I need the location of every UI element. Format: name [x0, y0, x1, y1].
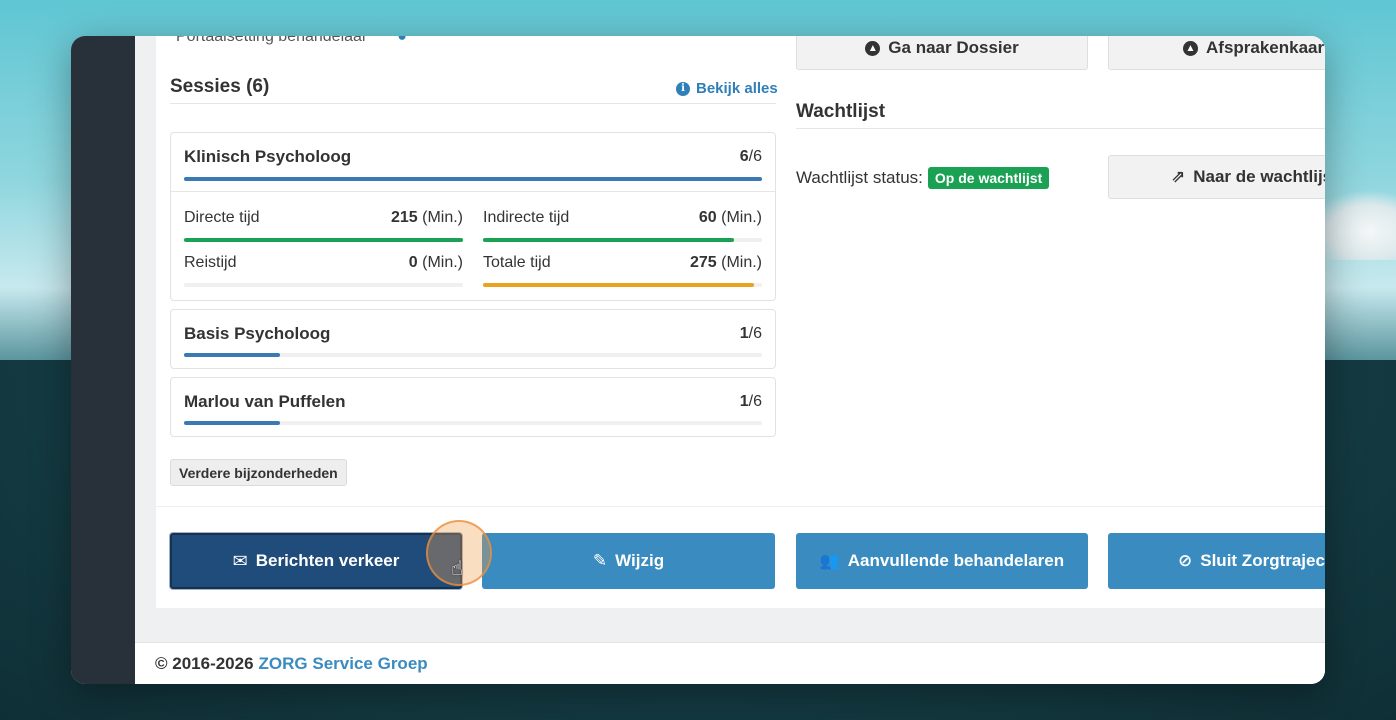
waitlist-title: Wachtlijst [796, 101, 886, 122]
goto-dossier-button[interactable]: ▲ Ga naar Dossier [796, 36, 1088, 70]
appointment-card-button[interactable]: ▲ Afsprakenkaart [1108, 36, 1325, 70]
session-progress [184, 177, 762, 181]
users-icon: 👥 [819, 553, 840, 570]
close-trajectory-button[interactable]: ⊘ Sluit Zorgtraject [1108, 533, 1325, 589]
close-trajectory-label: Sluit Zorgtraject [1200, 551, 1325, 570]
footer-copyright: © 2016-2026 [155, 653, 254, 673]
sessions-title: Sessies (6) [170, 76, 270, 97]
direct-time-value: 215 (Min.) [390, 209, 463, 226]
total-time-value: 275 (Min.) [689, 254, 762, 271]
appointment-card-label: Afsprakenkaart [1206, 38, 1325, 57]
session-count: 1/6 [739, 325, 762, 342]
session-name: Marlou van Puffelen [184, 392, 346, 411]
direct-time-label: Directe tijd [184, 209, 260, 226]
ban-icon: ⊘ [1178, 551, 1193, 570]
messages-label: Berichten verkeer [255, 551, 400, 570]
direct-time-bar [184, 238, 463, 242]
messages-button[interactable]: ✉ Berichten verkeer [170, 533, 462, 589]
session-count: 6/6 [739, 148, 762, 165]
session-progress [184, 353, 762, 357]
more-details-button[interactable]: Verdere bijzonderheden [170, 459, 347, 486]
additional-practitioners-label: Aanvullende behandelaren [847, 551, 1065, 570]
waitlist-status: Wachtlijst status: Op de wachtlijst [796, 167, 1050, 189]
waitlist-divider [796, 128, 1325, 129]
arrow-up-circle-icon: ▲ [865, 40, 881, 56]
waitlist-status-badge: Op de wachtlijst [927, 167, 1050, 189]
footer-brand-link[interactable]: ZORG Service Groep [259, 654, 428, 674]
sessions-divider [170, 103, 776, 104]
session-card-klinisch: Klinisch Psycholoog 6/6 Directe tijd 215… [170, 132, 776, 301]
sidebar [71, 36, 135, 684]
app-window: Portaalsetting behandelaar ● Sessies (6) … [71, 36, 1325, 684]
external-link-icon: ⇗ [1171, 167, 1186, 186]
session-progress [184, 421, 762, 425]
info-icon: i [676, 81, 690, 96]
card-divider [171, 191, 775, 192]
edit-button[interactable]: ✎ Wijzig [482, 533, 775, 589]
goto-dossier-label: Ga naar Dossier [888, 38, 1019, 57]
portal-setting-label: Portaalsetting behandelaar [176, 36, 368, 45]
indirect-time-value: 60 (Min.) [698, 209, 762, 226]
pencil-icon: ✎ [592, 551, 608, 570]
goto-waitlist-button[interactable]: ⇗ Naar de wachtlijst [1108, 155, 1325, 199]
travel-time-value: 0 (Min.) [408, 254, 463, 271]
edit-label: Wijzig [615, 551, 665, 570]
arrow-up-circle-icon: ▲ [1183, 40, 1198, 56]
additional-practitioners-button[interactable]: 👥 Aanvullende behandelaren [796, 533, 1088, 589]
session-count: 1/6 [739, 393, 762, 410]
hand-cursor-icon: ☝ [451, 558, 464, 580]
travel-time-bar [184, 283, 463, 287]
cut-off-icon: ● [397, 36, 407, 45]
session-name: Basis Psycholoog [184, 324, 331, 343]
footer: © 2016-2026 ZORG Service Groep [135, 642, 1325, 684]
session-name: Klinisch Psycholoog [184, 147, 352, 166]
goto-waitlist-label: Naar de wachtlijst [1193, 167, 1325, 186]
main-content: Portaalsetting behandelaar ● Sessies (6) … [135, 36, 1325, 684]
view-all-link[interactable]: i Bekijk alles [676, 80, 778, 97]
indirect-time-bar [483, 238, 762, 242]
total-time-label: Totale tijd [483, 254, 551, 271]
envelope-icon: ✉ [232, 550, 248, 571]
waitlist-status-label: Wachtlijst status: [796, 168, 923, 187]
session-card-basis: Basis Psycholoog 1/6 [170, 309, 776, 369]
session-card-marlou: Marlou van Puffelen 1/6 [170, 377, 776, 437]
indirect-time-label: Indirecte tijd [483, 209, 570, 226]
view-all-label: Bekijk alles [696, 80, 778, 97]
travel-time-label: Reistijd [184, 254, 237, 271]
total-time-bar [483, 283, 762, 287]
care-trajectory-panel: Portaalsetting behandelaar ● Sessies (6) … [156, 36, 1325, 608]
cut-off-row: Portaalsetting behandelaar ● [176, 36, 407, 46]
